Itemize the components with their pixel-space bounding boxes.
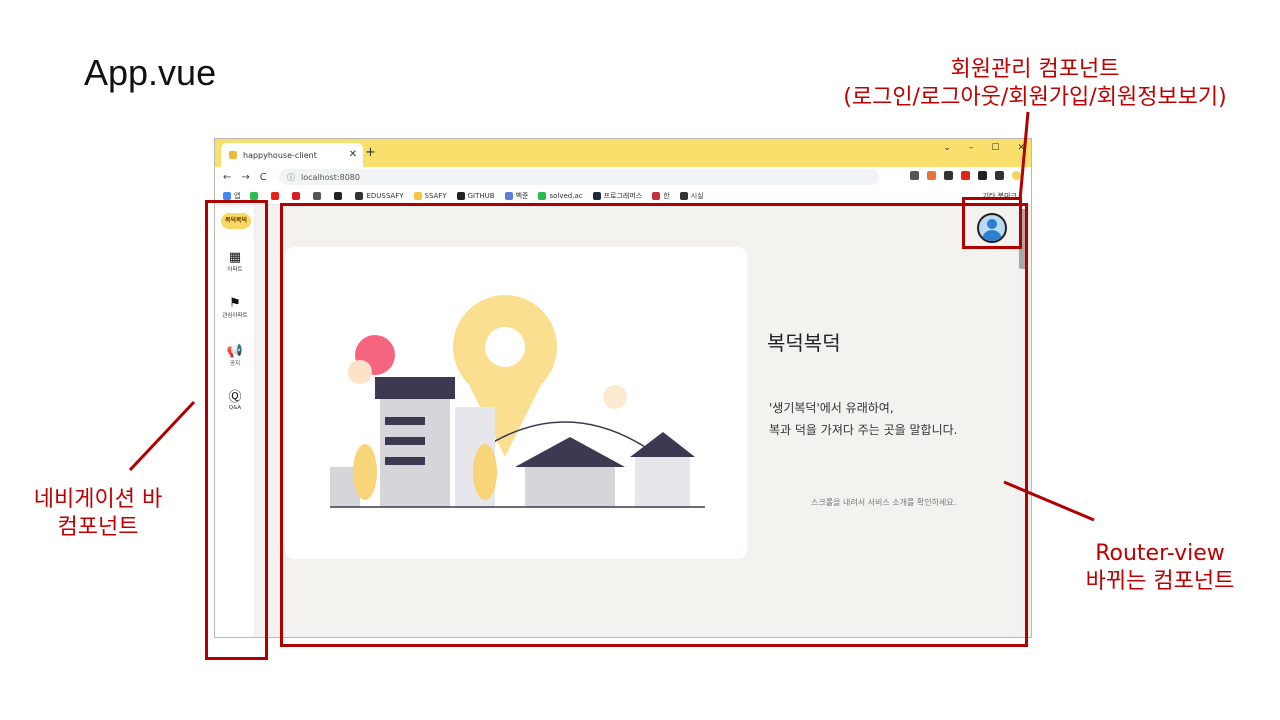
pointer-line-nav bbox=[128, 400, 196, 472]
slide: App.vue 회원관리 컴포넌트 (로그인/로그아웃/회원가입/회원정보보기)… bbox=[0, 0, 1280, 720]
pointer-line-user bbox=[1018, 111, 1030, 201]
annotation-pointers bbox=[128, 111, 1095, 522]
pointer-line-router bbox=[1003, 480, 1095, 522]
